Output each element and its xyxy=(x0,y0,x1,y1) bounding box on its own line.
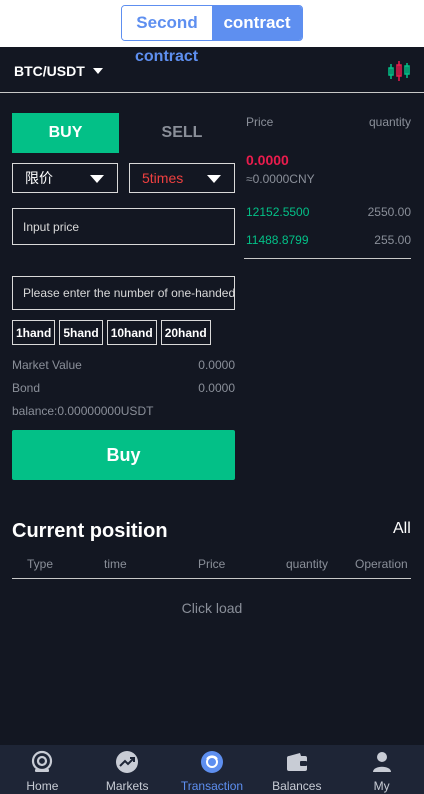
buy-tab[interactable]: BUY xyxy=(12,113,119,153)
dropdown-arrow-icon xyxy=(207,175,221,183)
click-load-button[interactable]: Click load xyxy=(0,600,424,616)
orderbook-row[interactable]: 12152.5500 2550.00 xyxy=(246,205,411,219)
second-tab[interactable]: Second xyxy=(122,6,212,40)
home-icon xyxy=(32,750,53,772)
orderbook-header: Price quantity xyxy=(246,115,411,129)
bond-row: Bond 0.0000 xyxy=(12,381,235,395)
tab-transaction[interactable]: Transaction xyxy=(170,745,255,794)
orderbook-divider xyxy=(244,258,411,259)
candlestick-chart-icon[interactable] xyxy=(387,60,411,82)
contract-tab[interactable]: contract xyxy=(212,6,302,40)
markets-icon xyxy=(116,751,139,773)
hand-presets: 1hand 5hand 10hand 20hand xyxy=(12,320,211,345)
caret-down-icon xyxy=(92,68,103,74)
top-switch-bar: Second contract xyxy=(0,0,424,47)
quantity-input[interactable]: Please enter the number of one-handed xyxy=(12,276,235,310)
mode-label: contract xyxy=(135,48,199,65)
price-header: Price xyxy=(246,115,274,129)
market-value: 0.0000 xyxy=(198,358,235,372)
hand-5-button[interactable]: 5hand xyxy=(59,320,103,345)
tab-home[interactable]: Home xyxy=(0,745,85,794)
hand-10-button[interactable]: 10hand xyxy=(106,320,157,345)
price-input[interactable]: Input price xyxy=(12,208,235,245)
pair-selector[interactable]: BTC/USDT xyxy=(14,63,103,79)
buy-submit-button[interactable]: Buy xyxy=(12,430,235,480)
mode-switch: Second contract xyxy=(121,5,303,41)
tab-markets[interactable]: Markets xyxy=(85,745,170,794)
market-value-label: Market Value xyxy=(12,358,82,372)
position-table-header: Type time Price quantity Operation xyxy=(12,556,411,579)
dropdown-arrow-icon xyxy=(90,175,104,183)
bond-label: Bond xyxy=(12,381,41,395)
wallet-icon xyxy=(286,753,307,771)
cny-price: ≈0.0000CNY xyxy=(246,172,315,186)
tab-my[interactable]: My xyxy=(339,745,424,794)
all-positions-link[interactable]: All xyxy=(393,520,411,538)
pair-label: BTC/USDT xyxy=(14,63,85,79)
tab-label: My xyxy=(373,779,390,793)
balance-text: balance:0.00000000USDT xyxy=(12,404,154,418)
user-icon xyxy=(372,752,391,772)
bottom-tab-bar: Home Markets Transaction Balances My xyxy=(0,745,424,794)
col-operation: Operation xyxy=(355,557,408,571)
col-quantity: quantity xyxy=(286,557,329,571)
col-time: time xyxy=(104,557,127,571)
transaction-icon xyxy=(200,751,223,773)
tab-label: Home xyxy=(26,779,59,793)
orderbook-price: 12152.5500 xyxy=(246,205,310,219)
orderbook-quantity: 255.00 xyxy=(374,233,411,247)
col-type: Type xyxy=(27,557,54,571)
tab-label: Markets xyxy=(105,779,149,793)
leverage-select[interactable]: 5times xyxy=(129,163,235,193)
hand-1-button[interactable]: 1hand xyxy=(12,320,56,345)
leverage-value: 5times xyxy=(142,170,184,186)
tab-label: Transaction xyxy=(180,779,244,793)
pair-header: BTC/USDT xyxy=(0,48,424,93)
tab-balances[interactable]: Balances xyxy=(254,745,339,794)
quantity-header: quantity xyxy=(368,115,411,129)
orderbook-price: 11488.8799 xyxy=(246,233,309,247)
orderbook-row[interactable]: 11488.8799 255.00 xyxy=(246,233,411,247)
market-value-row: Market Value 0.0000 xyxy=(12,358,235,372)
sell-tab[interactable]: SELL xyxy=(129,113,235,153)
tab-label: Balances xyxy=(272,779,322,793)
order-type-value: 限价 xyxy=(25,170,53,186)
hand-20-button[interactable]: 20hand xyxy=(160,320,211,345)
last-price: 0.0000 xyxy=(246,152,289,168)
col-price: Price xyxy=(198,557,226,571)
position-title: Current position xyxy=(12,520,168,542)
bond-value: 0.0000 xyxy=(198,381,235,395)
orderbook-quantity: 2550.00 xyxy=(367,205,411,219)
order-type-select[interactable]: 限价 xyxy=(12,163,118,193)
